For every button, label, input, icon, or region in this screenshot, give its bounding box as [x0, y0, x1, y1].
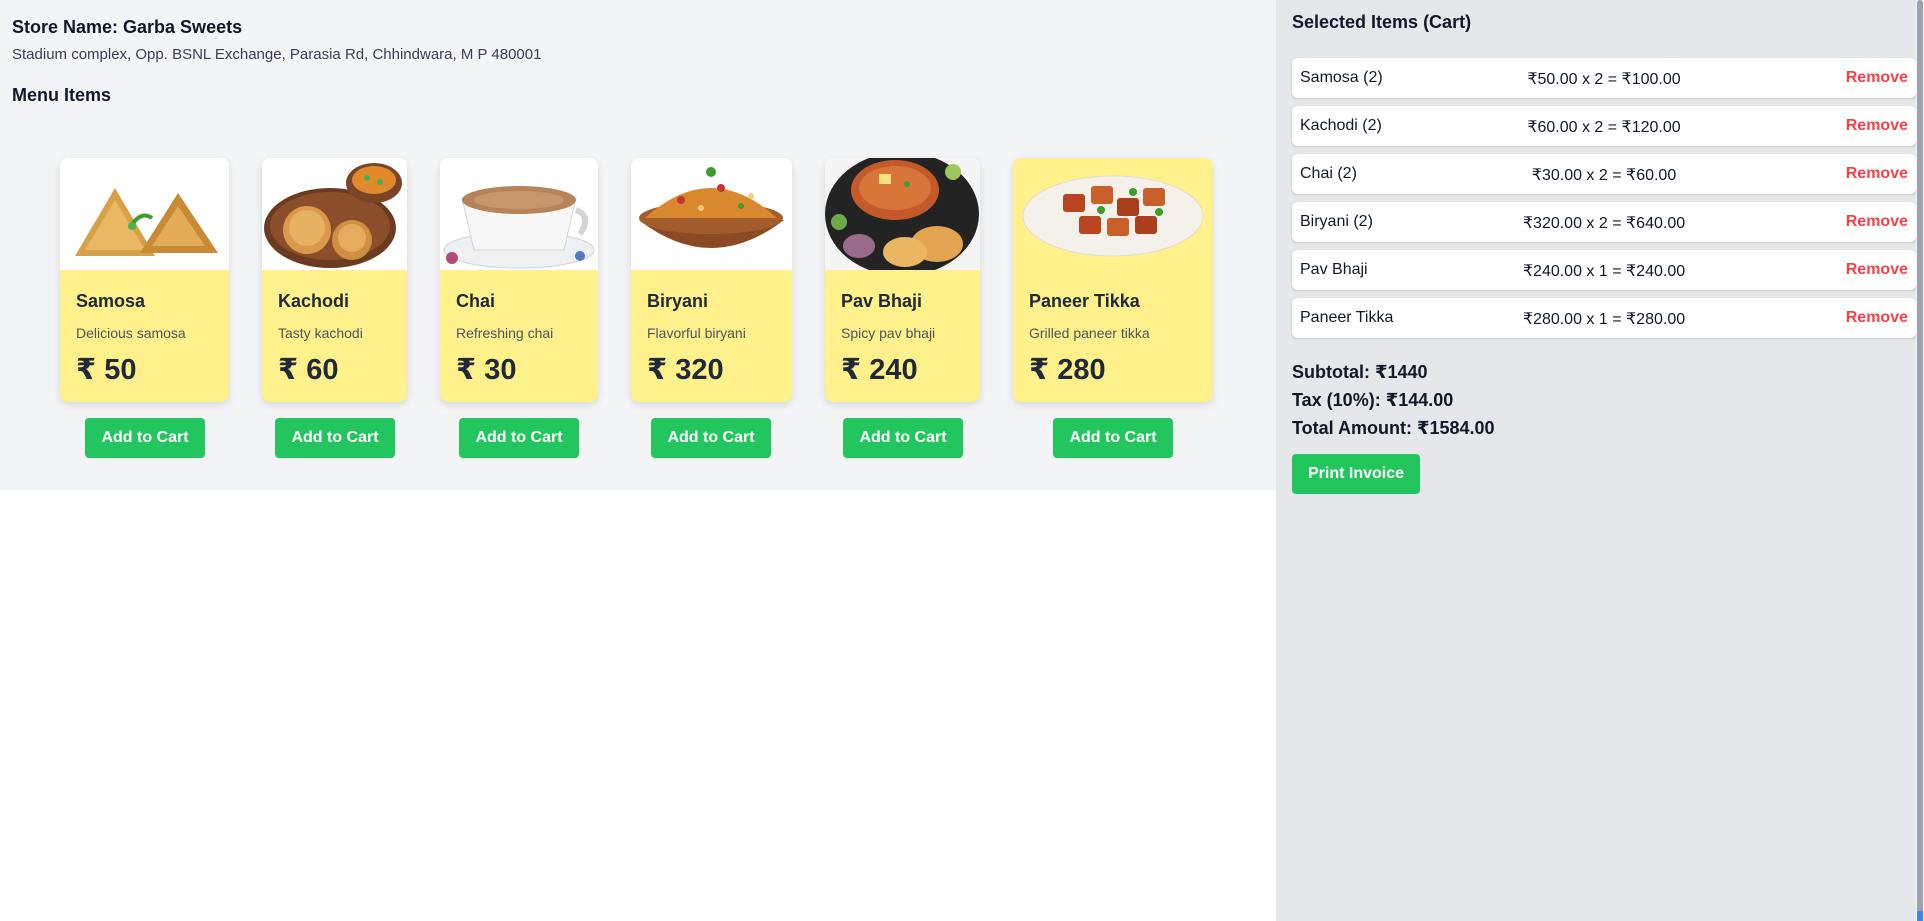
- subtotal: Subtotal: ₹1440: [1292, 362, 1428, 382]
- card-price: ₹ 320: [647, 354, 724, 386]
- cart-row: Pav Bhaji ₹240.00 x 1 = ₹240.00 Remove: [1292, 250, 1916, 290]
- add-to-cart-button-pav-bhaji[interactable]: Add to Cart: [843, 418, 963, 458]
- card-title: Chai: [456, 291, 496, 311]
- print-invoice-button[interactable]: Print Invoice: [1292, 454, 1420, 494]
- card-description: Spicy pav bhaji: [841, 325, 936, 341]
- card-price: ₹ 240: [841, 354, 918, 386]
- paneer-tikka-image: [1013, 158, 1213, 270]
- add-to-cart-button-paneer-tikka[interactable]: Add to Cart: [1053, 418, 1173, 458]
- remove-button[interactable]: Remove: [1846, 117, 1908, 135]
- scrollbar-indicator: [1917, 911, 1923, 921]
- card-title: Pav Bhaji: [841, 291, 923, 311]
- menu-card-samosa: Samosa Delicious samosa ₹ 50: [60, 158, 229, 402]
- card-price: ₹ 280: [1029, 354, 1106, 386]
- add-to-cart-button-biryani[interactable]: Add to Cart: [651, 418, 771, 458]
- cart-row: Paneer Tikka ₹280.00 x 1 = ₹280.00 Remov…: [1292, 298, 1916, 338]
- cart-list: Samosa (2) ₹50.00 x 2 = ₹100.00 Remove K…: [1292, 58, 1916, 346]
- add-to-cart-button-chai[interactable]: Add to Cart: [459, 418, 579, 458]
- kachodi-image: [262, 158, 407, 270]
- remove-button[interactable]: Remove: [1846, 69, 1908, 87]
- menu-card-chai: Chai Refreshing chai ₹ 30: [440, 158, 598, 402]
- remove-button[interactable]: Remove: [1846, 213, 1908, 231]
- add-to-cart-button-samosa[interactable]: Add to Cart: [85, 418, 205, 458]
- cart-row: Samosa (2) ₹50.00 x 2 = ₹100.00 Remove: [1292, 58, 1916, 98]
- add-to-cart-button-kachodi[interactable]: Add to Cart: [275, 418, 395, 458]
- card-description: Tasty kachodi: [278, 325, 363, 341]
- card-price: ₹ 50: [76, 354, 137, 386]
- cart-panel: Selected Items (Cart) Samosa (2) ₹50.00 …: [1276, 0, 1916, 921]
- total-amount: Total Amount: ₹1584.00: [1292, 418, 1495, 438]
- cart-row: Chai (2) ₹30.00 x 2 = ₹60.00 Remove: [1292, 154, 1916, 194]
- biryani-image: [631, 158, 792, 270]
- cart-title: Selected Items (Cart): [1292, 12, 1472, 32]
- samosa-image: [60, 158, 229, 270]
- store-name: Store Name: Garba Sweets: [12, 17, 243, 37]
- menu-card-paneer-tikka: Paneer Tikka Grilled paneer tikka ₹ 280: [1013, 158, 1213, 402]
- tax: Tax (10%): ₹144.00: [1292, 390, 1454, 410]
- cart-row: Biryani (2) ₹320.00 x 2 = ₹640.00 Remove: [1292, 202, 1916, 242]
- card-title: Kachodi: [278, 291, 350, 311]
- store-address: Stadium complex, Opp. BSNL Exchange, Par…: [12, 46, 542, 63]
- window-scrollbar[interactable]: [1916, 0, 1924, 921]
- card-price: ₹ 30: [456, 354, 517, 386]
- card-price: ₹ 60: [278, 354, 339, 386]
- card-title: Samosa: [76, 291, 146, 311]
- cart-item-calculation: ₹50.00 x 2 = ₹100.00: [1527, 71, 1681, 88]
- menu-panel: Store Name: Garba Sweets Stadium complex…: [0, 0, 1276, 490]
- menu-card-biryani: Biryani Flavorful biryani ₹ 320: [631, 158, 792, 402]
- cart-item-calculation: ₹30.00 x 2 = ₹60.00: [1531, 167, 1677, 184]
- scrollbar-thumb[interactable]: [1917, 0, 1923, 921]
- remove-button[interactable]: Remove: [1846, 309, 1908, 327]
- chai-image: [440, 158, 598, 270]
- cart-totals: Subtotal: ₹1440 Tax (10%): ₹144.00 Total…: [1292, 358, 1495, 442]
- card-description: Refreshing chai: [456, 325, 554, 341]
- cart-item-calculation: ₹60.00 x 2 = ₹120.00: [1527, 119, 1681, 136]
- card-description: Delicious samosa: [76, 325, 186, 341]
- pav-bhaji-image: [825, 158, 980, 270]
- card-title: Paneer Tikka: [1029, 291, 1140, 311]
- cart-item-calculation: ₹320.00 x 2 = ₹640.00: [1522, 215, 1686, 232]
- remove-button[interactable]: Remove: [1846, 165, 1908, 183]
- card-description: Grilled paneer tikka: [1029, 325, 1150, 341]
- card-title: Biryani: [647, 291, 709, 311]
- cart-item-calculation: ₹240.00 x 1 = ₹240.00: [1522, 263, 1686, 280]
- menu-card-pav-bhaji: Pav Bhaji Spicy pav bhaji ₹ 240: [825, 158, 980, 402]
- cart-item-calculation: ₹280.00 x 1 = ₹280.00: [1522, 311, 1686, 328]
- cart-row: Kachodi (2) ₹60.00 x 2 = ₹120.00 Remove: [1292, 106, 1916, 146]
- card-description: Flavorful biryani: [647, 325, 746, 341]
- menu-heading: Menu Items: [12, 85, 112, 105]
- remove-button[interactable]: Remove: [1846, 261, 1908, 279]
- menu-card-kachodi: Kachodi Tasty kachodi ₹ 60: [262, 158, 407, 402]
